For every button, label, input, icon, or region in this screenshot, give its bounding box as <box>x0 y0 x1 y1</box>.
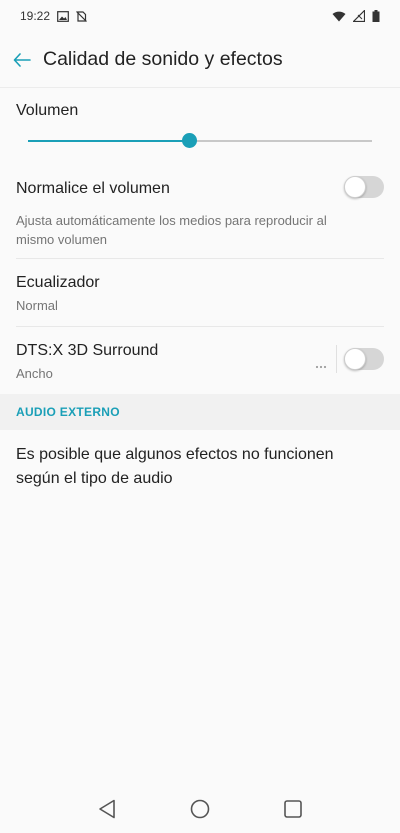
recents-square-icon <box>284 800 303 818</box>
nav-recents-button[interactable] <box>273 789 313 829</box>
dts-more-button[interactable] <box>315 356 327 374</box>
toggle-knob <box>344 176 366 198</box>
back-button[interactable] <box>12 50 32 70</box>
normalize-volume-row[interactable]: Normalice el volumen Ajusta automáticame… <box>0 164 400 259</box>
equalizer-row[interactable]: Ecualizador Normal <box>0 259 400 326</box>
status-time: 19:22 <box>20 9 51 23</box>
normalize-description-line2: mismo volumen <box>16 232 108 247</box>
equalizer-label: Ecualizador <box>16 274 100 291</box>
normalize-volume-description: Ajusta automáticamente los medios para r… <box>16 211 327 249</box>
status-bar: 19:22 <box>0 0 400 32</box>
dts-row[interactable]: DTS:X 3D Surround Ancho <box>0 327 400 394</box>
signal-icon <box>353 10 365 22</box>
normalize-volume-label: Normalice el volumen <box>16 180 170 197</box>
slider-thumb[interactable] <box>182 133 198 148</box>
image-icon <box>57 10 69 22</box>
normalize-description-line1: Ajusta automáticamente los medios para r… <box>16 213 327 228</box>
no-sync-icon <box>76 10 87 22</box>
dts-toggle[interactable] <box>344 348 384 370</box>
wifi-icon <box>332 11 346 22</box>
arrow-left-icon <box>13 52 31 67</box>
page-title: Calidad de sonido y efectos <box>43 48 283 70</box>
dts-separator <box>336 345 337 373</box>
dts-label: DTS:X 3D Surround <box>16 342 159 359</box>
external-audio-note-line1: Es posible que algunos efectos no funcio… <box>16 446 334 463</box>
status-left: 19:22 <box>20 9 87 23</box>
volume-slider[interactable] <box>28 132 372 150</box>
normalize-volume-toggle[interactable] <box>344 176 384 198</box>
back-triangle-icon <box>98 799 115 819</box>
equalizer-value: Normal <box>16 298 58 313</box>
toggle-knob <box>344 348 366 370</box>
status-right <box>332 10 380 22</box>
nav-back-button[interactable] <box>87 789 127 829</box>
app-bar: Calidad de sonido y efectos <box>0 32 400 88</box>
battery-icon <box>372 10 380 22</box>
volume-label: Volumen <box>16 102 79 119</box>
dts-value: Ancho <box>16 366 53 381</box>
external-audio-note-line2: según el tipo de audio <box>16 470 173 487</box>
slider-fill <box>28 140 190 142</box>
home-circle-icon <box>190 799 210 819</box>
more-dots-icon <box>315 365 327 369</box>
nav-home-button[interactable] <box>180 789 220 829</box>
navigation-bar <box>0 785 400 833</box>
external-audio-header: AUDIO EXTERNO <box>0 394 400 430</box>
external-audio-note: Es posible que algunos efectos no funcio… <box>16 443 376 491</box>
